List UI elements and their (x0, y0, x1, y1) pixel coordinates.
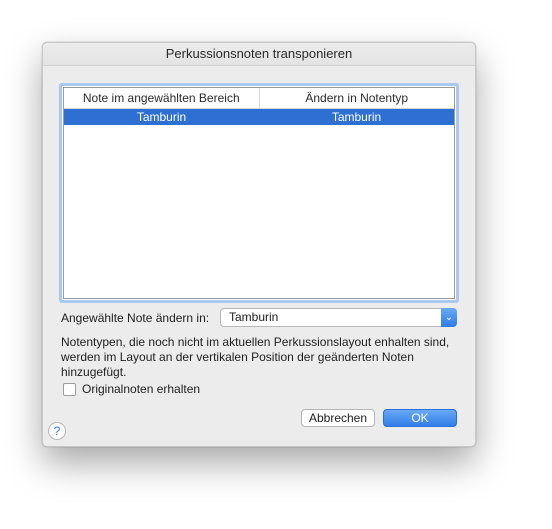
change-note-label: Angewählte Note ändern in: (61, 311, 210, 325)
dialog-title: Perkussionsnoten transponieren (43, 43, 475, 66)
info-text: Notentypen, die noch nicht im aktuellen … (61, 335, 450, 379)
keep-original-checkbox[interactable] (63, 382, 76, 396)
table-row[interactable]: Tamburin Tamburin (64, 109, 454, 125)
keep-original-label[interactable]: Originalnoten erhalten (82, 382, 200, 396)
table-focus-ring: Note im angewählten Bereich Ändern in No… (59, 83, 459, 303)
cell-source-note: Tamburin (136, 110, 187, 124)
cell-target-type: Tamburin (331, 110, 382, 124)
ok-button[interactable]: OK (383, 409, 457, 427)
table-header: Note im angewählten Bereich Ändern in No… (64, 88, 454, 109)
note-type-popup[interactable]: Tamburin ⌄ (220, 308, 457, 327)
keep-original-row[interactable]: Originalnoten erhalten (63, 382, 200, 396)
cancel-button[interactable]: Abbrechen (301, 409, 375, 427)
column-header-target-type[interactable]: Ändern in Notentyp (258, 88, 455, 108)
note-mapping-table[interactable]: Note im angewählten Bereich Ändern in No… (63, 87, 455, 299)
column-header-source-note[interactable]: Note im angewählten Bereich (64, 88, 259, 108)
chevron-down-icon[interactable]: ⌄ (441, 308, 457, 327)
note-type-popup-value: Tamburin (229, 310, 279, 324)
percussion-transpose-dialog: Perkussionsnoten transponieren Note im a… (42, 42, 476, 447)
help-icon[interactable]: ? (48, 422, 66, 440)
